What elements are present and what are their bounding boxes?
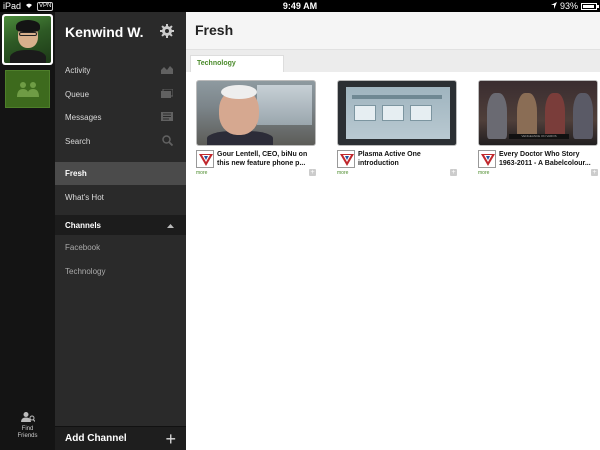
sidebar-item-activity[interactable]: Activity [55,59,186,83]
sidebar-item-label: Queue [65,89,90,99]
find-friends-button[interactable]: Find Friends [0,411,55,440]
status-bar: iPad VPN 9:49 AM 93% [0,0,600,12]
add-channel-label: Add Channel [65,433,127,444]
source-logo-icon [196,150,214,168]
page-title: Fresh [195,22,234,38]
video-card[interactable]: Plasma Active One introduction more + [337,80,457,180]
add-to-queue-icon[interactable]: + [450,169,457,176]
add-channel-button[interactable]: Add Channel + [55,426,186,450]
tab-technology[interactable]: Technology [190,55,284,72]
video-thumbnail[interactable] [337,80,457,146]
location-icon [550,0,557,12]
source-logo-icon [478,150,496,168]
video-title: Gour Lentell, CEO, biNu on this new feat… [217,151,308,167]
plus-icon: + [165,428,176,449]
clock: 9:49 AM [282,1,318,11]
video-card[interactable]: Gour Lentell, CEO, biNu on this new feat… [196,80,316,180]
sidebar-item-label: Messages [65,113,102,123]
channel-item-facebook[interactable]: Facebook [55,236,186,260]
sidebar-item-whats-hot[interactable]: What's Hot [55,186,186,209]
thumbnail-caption: VENGEANCE ON VAROS [509,134,569,139]
chevron-up-icon [167,221,174,230]
channel-item-technology[interactable]: Technology [55,260,186,284]
more-link[interactable]: more [478,170,489,176]
sidebar-item-fresh[interactable]: Fresh [55,162,186,185]
account-rail: Find Friends [0,12,55,450]
sidebar-item-queue[interactable]: Queue [55,83,186,107]
sidebar-item-label: Search [65,136,91,146]
more-link[interactable]: more [196,170,207,176]
add-to-queue-icon[interactable]: + [591,169,598,176]
add-to-queue-icon[interactable]: + [309,169,316,176]
avatar-photo [4,16,51,63]
find-friends-label-1: Find [21,426,34,432]
search-icon [162,135,174,148]
battery-icon [581,2,599,10]
activity-chart-icon [161,65,173,76]
find-friends-icon [20,412,35,422]
source-logo-icon [337,150,355,168]
user-avatar[interactable] [2,14,53,65]
sidebar-item-label: Activity [65,66,91,76]
sidebar-nav: Activity Queue Messages Search [55,59,186,153]
queue-icon [161,88,174,100]
sidebar: Kenwind W. Activity Queue Messages Searc… [55,12,186,450]
video-card[interactable]: VENGEANCE ON VAROS Every Doctor Who Stor… [478,80,598,180]
find-friends-label-2: Friends [17,433,38,439]
video-title: Every Doctor Who Story 1963-2011 - A Bab… [499,151,591,167]
main-panel: Fresh Technology Gour Lentell, CEO, biNu… [186,12,600,450]
video-thumbnail[interactable]: VENGEANCE ON VAROS [478,80,598,146]
channels-header-label: Channels [65,220,102,230]
video-grid: Gour Lentell, CEO, biNu on this new feat… [186,72,600,450]
battery-percent: 93% [559,1,578,11]
username[interactable]: Kenwind W. [65,24,144,40]
gear-icon[interactable] [160,24,174,43]
sidebar-item-messages[interactable]: Messages [55,106,186,130]
group-account-tile[interactable] [5,70,50,108]
more-link[interactable]: more [337,170,348,176]
main-header: Fresh [186,12,600,50]
video-title: Plasma Active One introduction [358,151,421,167]
video-thumbnail[interactable] [196,80,316,146]
messages-icon [161,112,173,123]
tab-strip: Technology [186,50,600,72]
sidebar-item-search[interactable]: Search [55,130,186,154]
profile-header: Kenwind W. [55,12,186,54]
channels-header[interactable]: Channels [55,215,186,235]
group-people-icon [17,82,39,97]
